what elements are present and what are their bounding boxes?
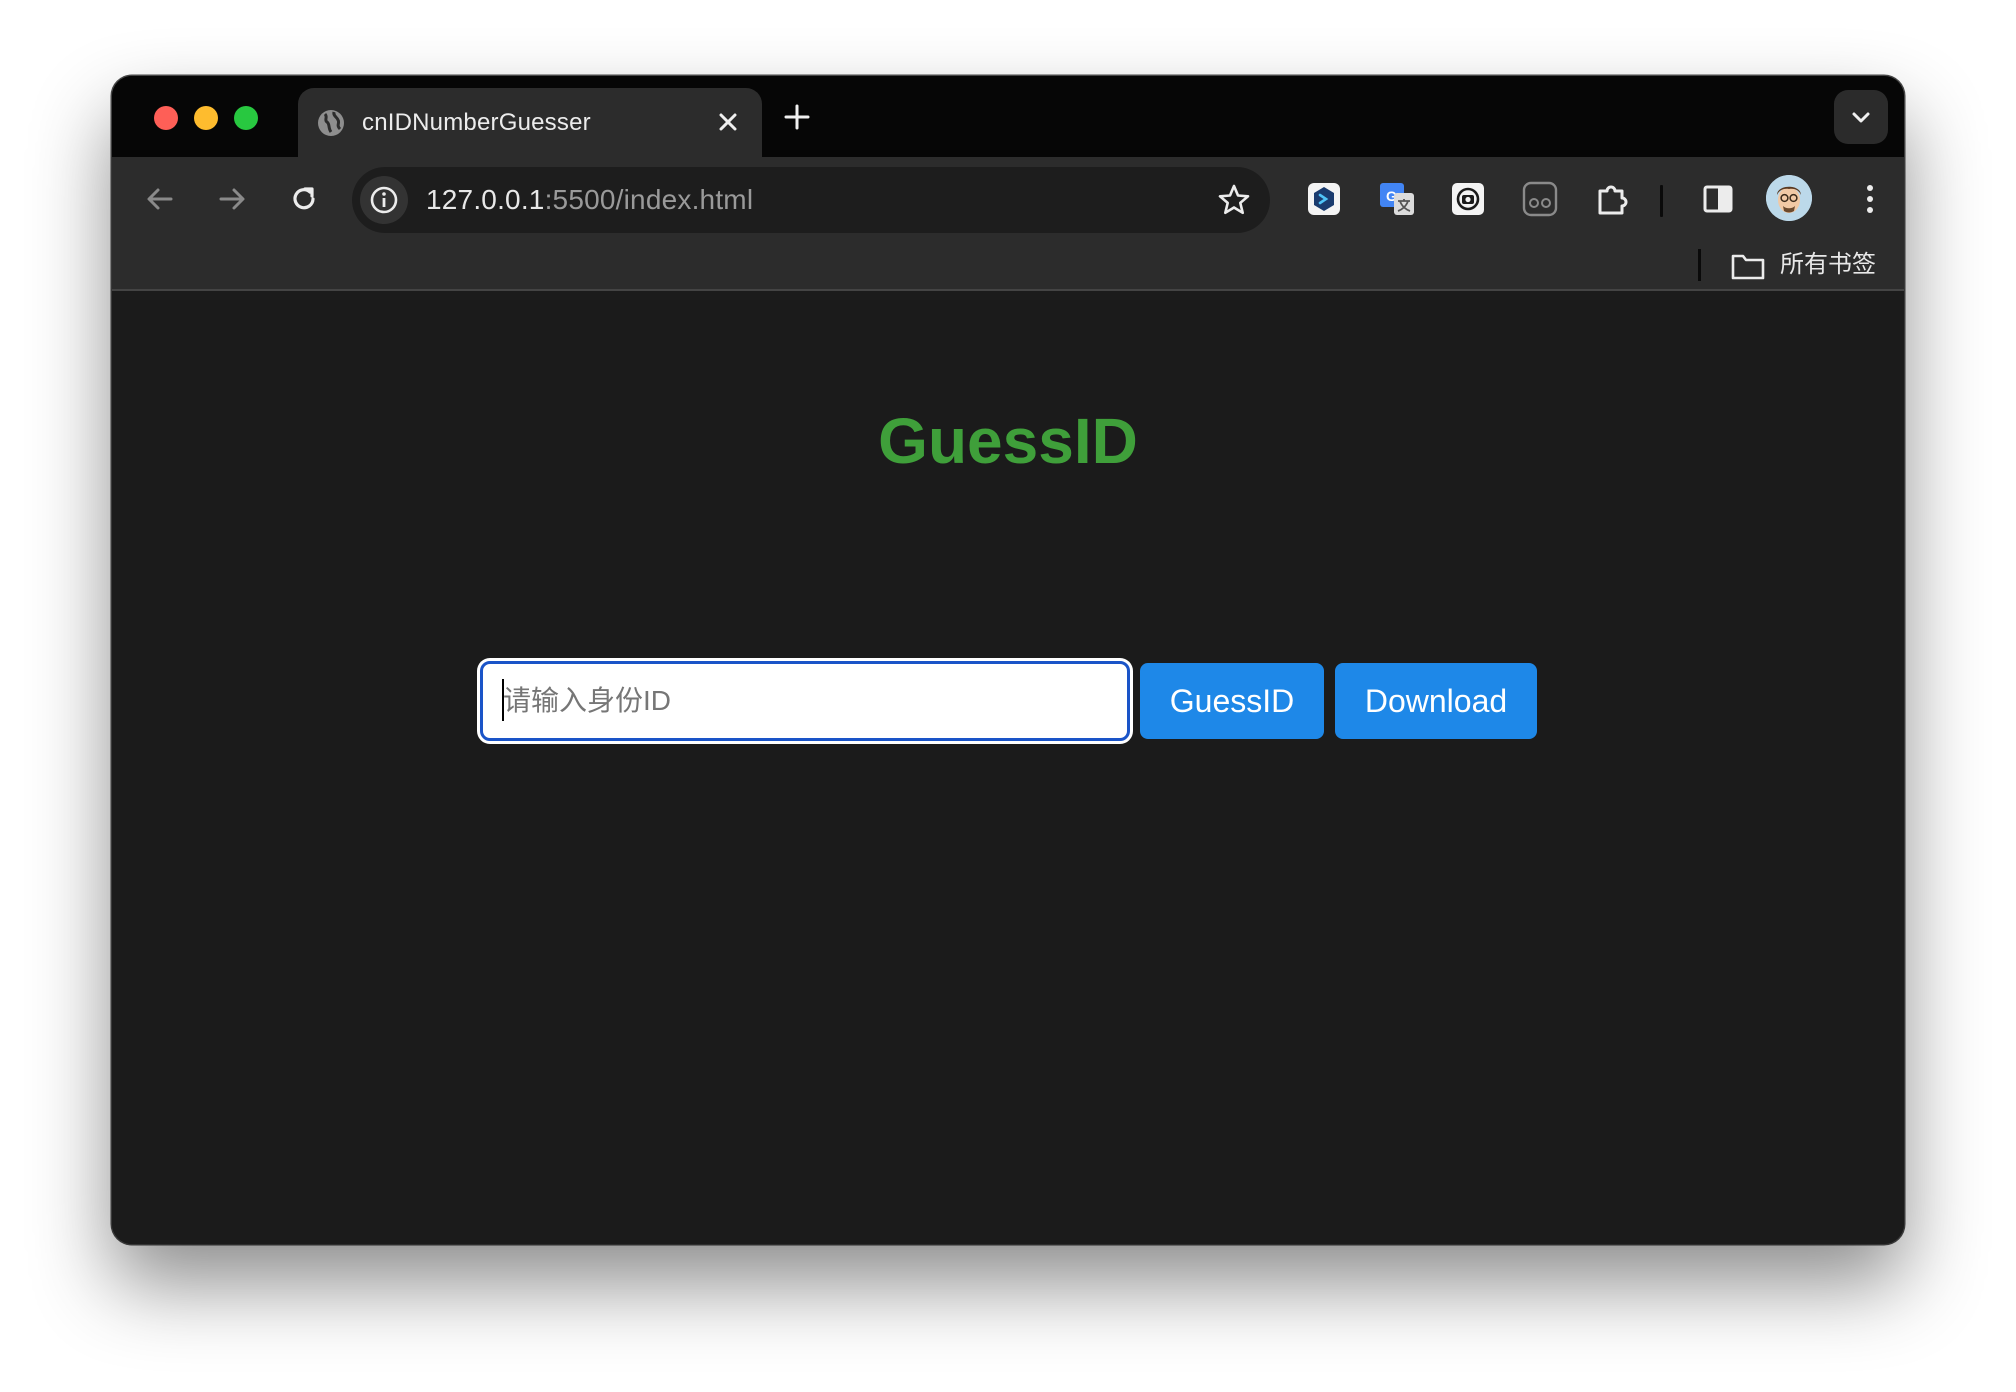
maximize-window-button[interactable] bbox=[234, 106, 258, 130]
url-host: 127.0.0.1 bbox=[426, 184, 545, 215]
side-panel-icon[interactable] bbox=[1696, 177, 1740, 221]
bookmarks-separator bbox=[1698, 249, 1701, 281]
guess-id-button[interactable]: GuessID bbox=[1140, 663, 1324, 739]
text-caret bbox=[502, 679, 504, 721]
reader-extension-icon[interactable] bbox=[1518, 177, 1562, 221]
kebab-menu-icon[interactable] bbox=[1852, 179, 1888, 219]
browser-toolbar: 127.0.0.1:5500/index.html G bbox=[112, 157, 1904, 241]
back-arrow-icon[interactable] bbox=[140, 179, 180, 219]
screenshot-extension-icon[interactable] bbox=[1446, 177, 1490, 221]
toolbar-separator bbox=[1660, 185, 1663, 217]
all-bookmarks-link[interactable]: 所有书签 bbox=[1780, 249, 1876, 281]
address-bar[interactable]: 127.0.0.1:5500/index.html bbox=[352, 167, 1270, 233]
site-info-icon[interactable] bbox=[360, 176, 408, 224]
id-input[interactable] bbox=[480, 661, 1130, 741]
url-path: :5500/index.html bbox=[544, 184, 754, 215]
chevron-down-icon bbox=[1852, 112, 1870, 123]
download-button[interactable]: Download bbox=[1335, 663, 1537, 739]
close-icon[interactable] bbox=[712, 106, 744, 138]
page-content: GuessID GuessID Download bbox=[112, 293, 1904, 1244]
plus-icon[interactable] bbox=[780, 100, 814, 134]
page-title: GuessID bbox=[878, 405, 1138, 477]
star-icon[interactable] bbox=[1216, 182, 1252, 218]
extensions-puzzle-icon[interactable] bbox=[1590, 177, 1634, 221]
bookmarks-bar: 所有书签 bbox=[112, 241, 1904, 291]
folder-icon[interactable] bbox=[1730, 251, 1766, 281]
avatar[interactable] bbox=[1766, 175, 1812, 221]
forward-arrow-icon[interactable] bbox=[212, 179, 252, 219]
browser-window: cnIDNumberGuesser 127.0.0.1:5500/index.h… bbox=[112, 76, 1904, 1244]
url-text: 127.0.0.1:5500/index.html bbox=[426, 184, 753, 216]
dev-extension-icon[interactable] bbox=[1302, 177, 1346, 221]
active-tab[interactable]: cnIDNumberGuesser bbox=[298, 88, 762, 157]
google-translate-icon[interactable]: G bbox=[1374, 177, 1418, 221]
close-window-button[interactable] bbox=[154, 106, 178, 130]
reload-icon[interactable] bbox=[284, 179, 324, 219]
globe-icon bbox=[316, 108, 346, 138]
tab-strip: cnIDNumberGuesser bbox=[112, 76, 1904, 157]
tab-title: cnIDNumberGuesser bbox=[362, 109, 591, 136]
minimize-window-button[interactable] bbox=[194, 106, 218, 130]
tab-search-button[interactable] bbox=[1834, 90, 1888, 144]
